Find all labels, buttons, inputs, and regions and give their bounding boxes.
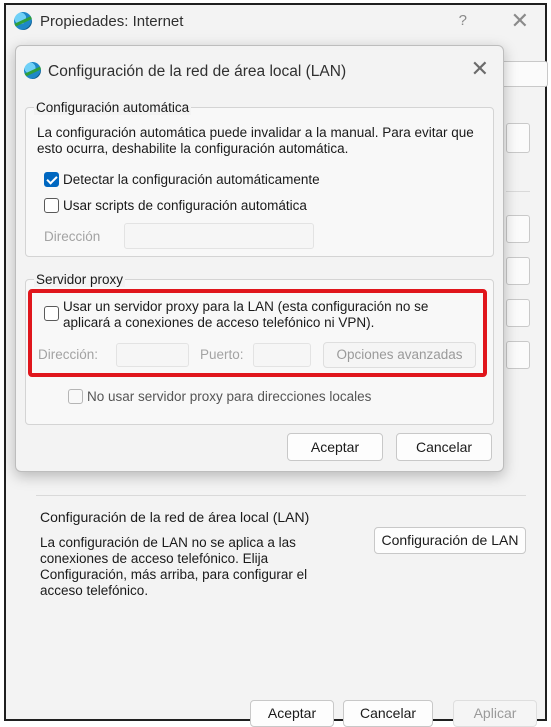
auto-script-label[interactable]: Usar scripts de configuración automática [63, 198, 307, 214]
internet-options-globe-icon [24, 62, 41, 79]
auto-script-checkbox[interactable] [44, 198, 59, 213]
detect-settings-checkbox[interactable] [44, 172, 59, 187]
outer-ok-button[interactable]: Aceptar [250, 700, 334, 727]
background-separator [506, 191, 530, 192]
detect-settings-label[interactable]: Detectar la configuración automáticament… [63, 172, 320, 188]
outer-title: Propiedades: Internet [40, 13, 184, 30]
background-button-fragment [506, 299, 530, 327]
auto-config-description: La configuración automática puede invali… [37, 125, 474, 156]
lan-settings-button[interactable]: Configuración de LAN [374, 527, 526, 554]
lan-section-description: La configuración de LAN no se aplica a l… [40, 535, 308, 598]
dialog-title: Configuración de la red de área local (L… [48, 63, 347, 80]
bypass-local-label[interactable]: No usar servidor proxy para direcciones … [87, 389, 371, 405]
internet-options-globe-icon [14, 12, 32, 30]
proxy-group-label: Servidor proxy [34, 272, 126, 287]
background-button-fragment [506, 341, 530, 369]
lan-settings-dialog: Configuración de la red de área local (L… [15, 45, 504, 472]
outer-apply-button[interactable]: Aplicar [453, 700, 537, 727]
auto-config-group-label: Configuración automática [34, 100, 192, 115]
proxy-highlight-box [28, 289, 487, 377]
outer-titlebar: Propiedades: Internet ? ✕ [6, 5, 545, 37]
outer-cancel-button[interactable]: Cancelar [343, 700, 433, 727]
help-icon[interactable]: ? [459, 12, 467, 29]
dialog-cancel-button[interactable]: Cancelar [396, 433, 492, 461]
dialog-ok-button[interactable]: Aceptar [287, 433, 383, 461]
background-button-fragment [506, 257, 530, 285]
dialog-close-icon[interactable]: ✕ [471, 56, 489, 82]
bypass-local-checkbox[interactable] [68, 389, 83, 404]
script-address-label: Dirección [44, 229, 101, 244]
outer-close-icon[interactable]: ✕ [511, 8, 529, 34]
background-button-fragment [506, 123, 530, 153]
background-button-fragment [506, 215, 530, 243]
script-address-input[interactable] [124, 223, 314, 249]
lan-section-title: Configuración de la red de área local (L… [40, 509, 310, 525]
lan-section-separator [36, 495, 526, 496]
